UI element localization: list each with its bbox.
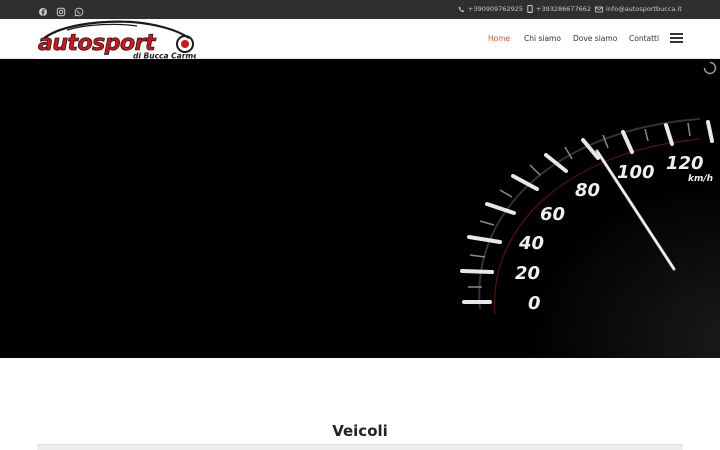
top-bar: +390909762925 +393286677662 info@autospo… (0, 0, 720, 19)
nav-chi-siamo[interactable]: Chi siamo (524, 34, 561, 44)
hero-slider: 0 20 40 60 80 100 120 km/h (0, 59, 720, 358)
speed-label-80: 80 (575, 180, 600, 201)
whatsapp-icon[interactable] (73, 3, 85, 17)
envelope-icon (595, 6, 603, 12)
instagram-icon[interactable] (55, 3, 67, 17)
speed-label-0: 0 (528, 293, 541, 314)
speed-label-40: 40 (518, 233, 544, 254)
loading-spinner-icon (703, 61, 717, 75)
section-title: Veicoli (332, 422, 388, 440)
phone-2-text: +393286677662 (536, 5, 592, 13)
hamburger-menu-icon[interactable] (670, 33, 683, 43)
contact-phone-2[interactable]: +393286677662 (527, 4, 591, 14)
section-content-bar (37, 444, 683, 450)
nav-dove-siamo[interactable]: Dove siamo (573, 34, 617, 44)
facebook-icon[interactable] (37, 3, 49, 16)
mobile-icon (527, 5, 533, 13)
contact-email[interactable]: info@autosportbucca.it (595, 4, 682, 14)
speed-label-100: 100 (617, 162, 655, 183)
site-header: autosport di Bucca Carmelo Home Chi siam… (0, 19, 720, 61)
phone-icon (458, 6, 465, 12)
speed-label-60: 60 (540, 204, 565, 225)
nav-contatti[interactable]: Contatti (629, 34, 659, 44)
phone-1-text: +390909762925 (468, 5, 524, 13)
speedometer-image: 0 20 40 60 80 100 120 km/h (0, 59, 720, 358)
speed-unit: km/h (688, 174, 713, 184)
nav-home[interactable]: Home (488, 34, 510, 44)
speed-label-120: 120 (666, 153, 704, 174)
site-logo[interactable]: autosport di Bucca Carmelo (37, 20, 206, 61)
speed-label-20: 20 (515, 263, 540, 284)
contact-phone-1[interactable]: +390909762925 (458, 4, 523, 14)
email-text: info@autosportbucca.it (606, 5, 682, 13)
